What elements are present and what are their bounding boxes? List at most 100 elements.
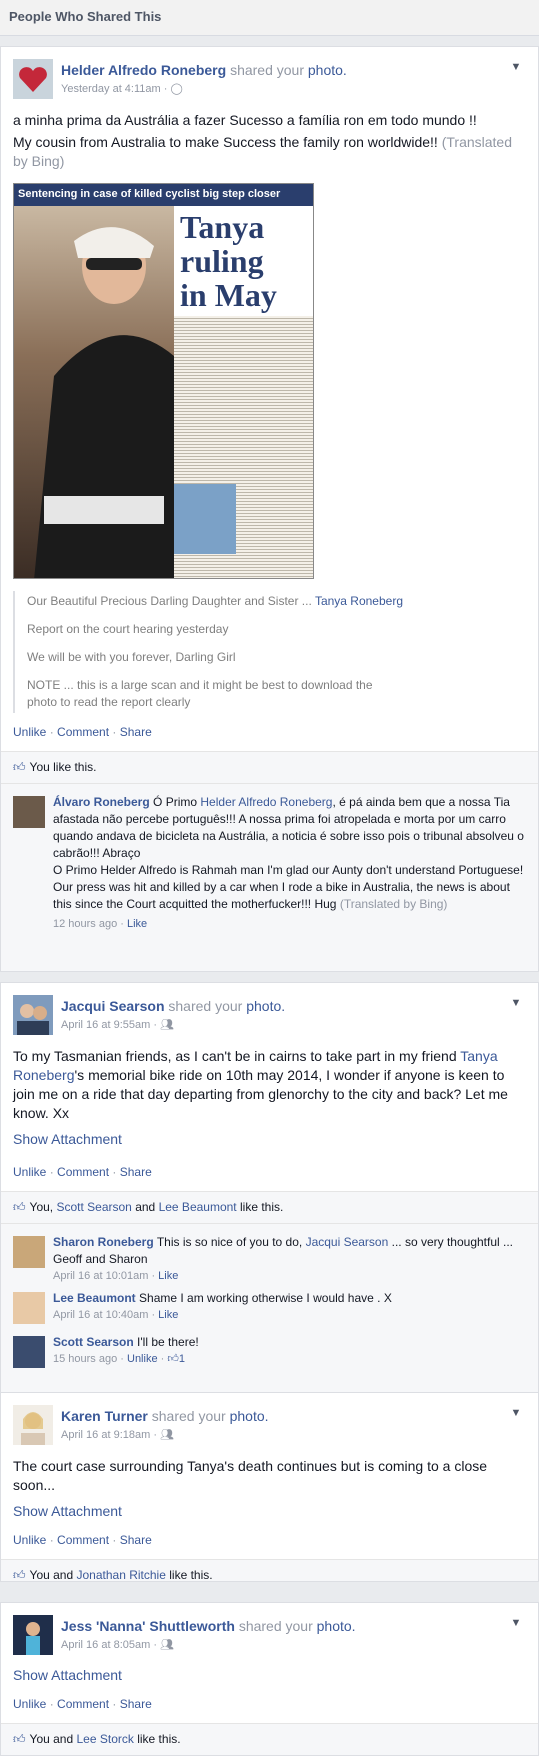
comment-unlike-link[interactable]: Unlike (127, 1353, 158, 1365)
comment-link[interactable]: Comment (57, 1697, 109, 1711)
separator: · (49, 1697, 54, 1711)
share-link[interactable]: Share (120, 1533, 152, 1547)
likes-bar: 👍︎ You like this. (1, 751, 538, 783)
chevron-down-icon[interactable]: ▼ (508, 1617, 524, 1633)
likes-text: You, (29, 1200, 54, 1214)
avatar[interactable] (13, 59, 53, 99)
liker-link[interactable]: Scott Searson (56, 1200, 131, 1214)
thumbs-up-icon: 👍︎ (13, 1200, 26, 1214)
post-line-original: a minha prima da Austrália a fazer Suces… (13, 112, 477, 128)
chevron-down-icon[interactable]: ▼ (508, 61, 524, 77)
timestamp-link[interactable]: April 16 at 9:55am (61, 1019, 150, 1031)
post-author-line: Jess 'Nanna' Shuttleworth shared your ph… (61, 1618, 356, 1634)
commenter-name[interactable]: Scott Searson (53, 1335, 134, 1349)
comment-link[interactable]: Comment (57, 1165, 109, 1179)
share-link[interactable]: Share (120, 1697, 152, 1711)
commenter-avatar[interactable] (13, 1292, 45, 1324)
comment-time[interactable]: April 16 at 10:40am (53, 1309, 148, 1321)
post-quote: Our Beautiful Precious Darling Daughter … (13, 591, 538, 713)
avatar[interactable] (13, 1405, 53, 1445)
title-line-3: in May (180, 277, 277, 313)
comment-body: Sharon Roneberg This is so nice of you t… (53, 1234, 526, 1268)
comment-meta: 15 hours ago · Unlike · 👍︎1 (53, 1353, 185, 1365)
comment-time[interactable]: 12 hours ago (53, 918, 117, 930)
quote-line-2: Report on the court hearing yesterday (27, 622, 229, 636)
commenter-avatar[interactable] (13, 1336, 45, 1368)
post-actions: Unlike · Comment · Share (1, 1165, 538, 1179)
cyclist-photo (14, 206, 174, 578)
commenter-name[interactable]: Sharon Roneberg (53, 1235, 154, 1249)
show-attachment-link[interactable]: Show Attachment (1, 1131, 538, 1147)
comment-translation: O Primo Helder Alfredo is Rahmah man I'm… (53, 862, 526, 913)
post-meta: April 16 at 9:55am · 👥︎ (61, 1018, 174, 1031)
avatar[interactable] (13, 995, 53, 1035)
liker-link[interactable]: Jonathan Ritchie (77, 1568, 166, 1581)
post-actions: Unlike · Comment · Share (1, 1697, 538, 1711)
comment-meta: 12 hours ago · Like (53, 918, 148, 930)
share-link[interactable]: Share (120, 1165, 152, 1179)
avatar[interactable] (13, 1615, 53, 1655)
chevron-down-icon[interactable]: ▼ (508, 1407, 524, 1423)
comment-like-link[interactable]: Like (127, 918, 147, 930)
liker-link[interactable]: Lee Storck (77, 1732, 134, 1746)
post-text-part: To my Tasmanian friends, as I can't be i… (13, 1048, 457, 1064)
comments-section: Álvaro Roneberg Ó Primo Helder Alfredo R… (1, 783, 538, 971)
author-link[interactable]: Jacqui Searson (61, 998, 165, 1014)
timestamp-link[interactable]: Yesterday at 4:11am (61, 83, 161, 95)
liker-link[interactable]: Lee Beaumont (159, 1200, 237, 1214)
quote-line-1: Our Beautiful Precious Darling Daughter … (27, 591, 538, 612)
shared-post: Jess 'Nanna' Shuttleworth shared your ph… (0, 1602, 539, 1756)
show-attachment-link[interactable]: Show Attachment (1, 1503, 538, 1519)
shared-post: Jacqui Searson shared your photo. April … (0, 982, 539, 1402)
comments-section: Sharon Roneberg This is so nice of you t… (1, 1223, 538, 1401)
timestamp-link[interactable]: April 16 at 9:18am (61, 1429, 150, 1441)
mention-link[interactable]: Jacqui Searson (306, 1235, 389, 1249)
separator: · (49, 1533, 54, 1547)
commenter-name[interactable]: Lee Beaumont (53, 1291, 136, 1305)
thumbs-up-icon[interactable]: 👍︎ (167, 1353, 179, 1365)
author-link[interactable]: Jess 'Nanna' Shuttleworth (61, 1618, 235, 1634)
likes-bar: 👍︎ You and Jonathan Ritchie like this. (1, 1559, 538, 1582)
comment-like-link[interactable]: Like (158, 1309, 178, 1321)
post-header: Jess 'Nanna' Shuttleworth shared your ph… (1, 1603, 538, 1665)
chevron-down-icon[interactable]: ▼ (508, 997, 524, 1013)
comment-body: Lee Beaumont Shame I am working otherwis… (53, 1290, 526, 1307)
page-title: People Who Shared This (9, 9, 162, 24)
comment: Sharon Roneberg This is so nice of you t… (1, 1234, 526, 1290)
newspaper-photo[interactable]: Sentencing in case of killed cyclist big… (13, 183, 314, 579)
comment-like-count[interactable]: 1 (179, 1353, 185, 1365)
photo-link[interactable]: photo. (308, 62, 347, 78)
author-link[interactable]: Karen Turner (61, 1408, 148, 1424)
comment-like-link[interactable]: Like (158, 1270, 178, 1282)
comment-time[interactable]: April 16 at 10:01am (53, 1270, 148, 1282)
comment-time[interactable]: 15 hours ago (53, 1353, 117, 1365)
likes-text: like this. (239, 1200, 284, 1214)
photo-link[interactable]: photo. (230, 1408, 269, 1424)
unlike-link[interactable]: Unlike (13, 1165, 46, 1179)
translated-by-bing-link[interactable]: (Translated by Bing) (340, 897, 448, 911)
shared-label: shared your (168, 998, 243, 1014)
unlike-link[interactable]: Unlike (13, 725, 46, 739)
photo-link[interactable]: photo. (246, 998, 285, 1014)
share-link[interactable]: Share (120, 725, 152, 739)
author-link[interactable]: Helder Alfredo Roneberg (61, 62, 226, 78)
comment-link[interactable]: Comment (57, 1533, 109, 1547)
unlike-link[interactable]: Unlike (13, 1697, 46, 1711)
likes-text: You and (29, 1732, 74, 1746)
comment-text: I'll be there! (137, 1335, 199, 1349)
show-attachment-link[interactable]: Show Attachment (1, 1667, 538, 1683)
commenter-avatar[interactable] (13, 796, 45, 828)
commenter-name[interactable]: Álvaro Roneberg (53, 795, 150, 809)
thumbs-up-icon: 👍︎ (13, 1568, 26, 1582)
shared-post: Helder Alfredo Roneberg shared your phot… (0, 46, 539, 972)
photo-link[interactable]: photo. (317, 1618, 356, 1634)
tanya-roneberg-link[interactable]: Tanya Roneberg (315, 594, 403, 608)
comment-text: Ó Primo (153, 795, 198, 809)
post-text-part: 's memorial bike ride on 10th may 2014, … (13, 1067, 508, 1121)
comment-link[interactable]: Comment (57, 725, 109, 739)
mention-link[interactable]: Helder Alfredo Roneberg (200, 795, 332, 809)
timestamp-link[interactable]: April 16 at 8:05am (61, 1639, 150, 1651)
user-photo-icon (13, 995, 53, 1035)
commenter-avatar[interactable] (13, 1236, 45, 1268)
unlike-link[interactable]: Unlike (13, 1533, 46, 1547)
